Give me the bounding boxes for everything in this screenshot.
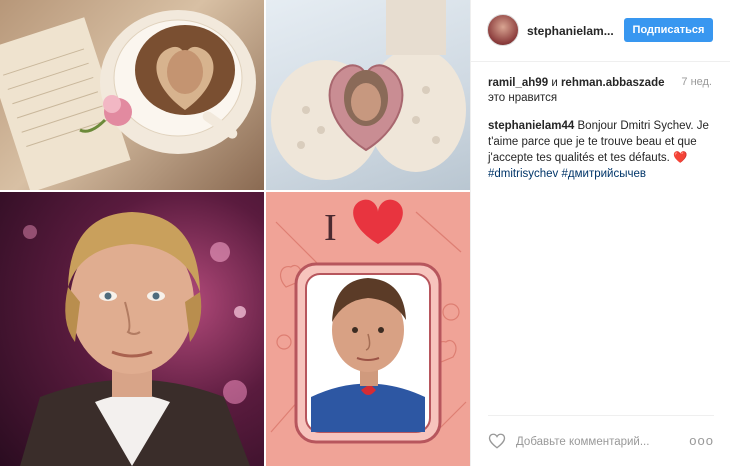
likes-summary: ramil_ah99 и rehman.abbaszade это нравит… <box>488 76 713 106</box>
caption-username[interactable]: stephanielam44 <box>488 120 574 132</box>
likes-conjunction: и <box>551 77 558 89</box>
post-timestamp[interactable]: 7 нед. <box>681 76 712 88</box>
comment-input[interactable] <box>516 434 686 450</box>
like-user-1[interactable]: ramil_ah99 <box>488 77 548 89</box>
post-caption: stephanielam44 Bonjour Dmitri Sychev. Je… <box>488 118 718 182</box>
heart-outline-icon[interactable] <box>488 432 506 450</box>
divider <box>488 415 714 416</box>
photo-mittens-heart <box>266 0 470 190</box>
hashtag-link-2[interactable]: #дмитрийсычев <box>562 168 646 180</box>
photo-i-love-frame: I <box>266 192 470 466</box>
post-modal: I stephanielam... Подписаться ramil_ah99… <box>0 0 730 466</box>
post-sidebar: stephanielam... Подписаться ramil_ah99 и… <box>470 0 730 466</box>
post-image-collage[interactable]: I <box>0 0 470 466</box>
comment-bar: ooo <box>488 430 714 452</box>
more-options-icon[interactable]: ooo <box>689 433 714 448</box>
like-user-2[interactable]: rehman.abbaszade <box>561 77 665 89</box>
hashtag-link-1[interactable]: #dmitrisychev <box>488 168 558 180</box>
username-link[interactable]: stephanielam... <box>527 24 614 38</box>
likes-suffix: это нравится <box>488 92 558 104</box>
avatar[interactable] <box>487 14 519 46</box>
svg-text:I: I <box>324 207 337 249</box>
photo-portrait <box>0 192 264 466</box>
photo-coffee-heart <box>0 0 264 190</box>
post-header: stephanielam... Подписаться <box>471 0 730 62</box>
follow-button[interactable]: Подписаться <box>624 18 713 42</box>
